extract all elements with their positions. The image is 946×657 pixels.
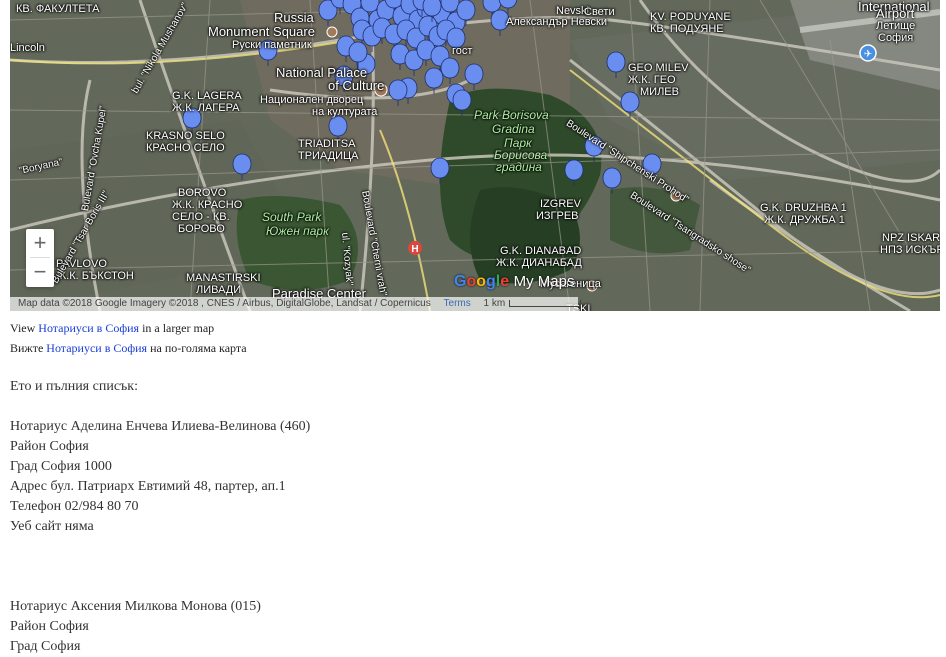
map-label: КВ. ФАКУЛТЕТА [16, 3, 100, 15]
svg-text:H: H [411, 244, 418, 255]
map-label: Южен парк [266, 224, 329, 238]
view-larger-map-line-bg: Вижте Нотариуси в София на по-голяма кар… [10, 341, 247, 355]
map-label: НПЗ ИСКЪР [880, 244, 940, 256]
map-label: G.K. DRUZHBA 1 [760, 202, 847, 214]
notary-entry: Нотариус Аделина Енчева Илиева-Велинова … [10, 417, 310, 537]
map-label: Ж.К. КРАСНО [172, 199, 243, 211]
notary-address: Адрес бул. Патриарх Евтимий 48, партер, … [10, 479, 286, 494]
notary-region: Район София [10, 619, 89, 634]
map-label: BOROVO [178, 187, 227, 199]
map-label: KV. PODUYANE [650, 11, 731, 23]
map-label: на културата [312, 106, 378, 118]
map-label: Park Borisova [474, 108, 549, 122]
map-label: Ж.К. ЛАГЕРА [172, 102, 240, 114]
view-prefix-bg: Вижте [10, 341, 44, 355]
map-label: София [878, 32, 914, 44]
attribution-text: Map data ©2018 Google Imagery ©2018 , CN… [18, 298, 431, 309]
notary-entry: Нотариус Аксения Милкова Монова (015) Ра… [10, 597, 261, 657]
map-label: ТРИАДИЦА [298, 150, 359, 162]
notary-website: Уеб сайт няма [10, 519, 94, 534]
map-label: Airport [876, 6, 915, 21]
map-label: NPZ ISKAR [882, 232, 940, 244]
notary-name: Нотариус Аделина Енчева Илиева-Велинова … [10, 419, 311, 434]
map-label: G.K. LAGERA [172, 90, 242, 102]
terms-link[interactable]: Terms [444, 298, 471, 309]
map-label: Ж.К. ДИАНАБАД [496, 257, 582, 269]
map-label: Ж.К. ДРУЖБА 1 [764, 214, 845, 226]
view-suffix: in a larger map [142, 321, 215, 335]
map-label: TRIADITSA [298, 138, 356, 150]
notary-phone: Телефон 02/984 80 70 [10, 499, 139, 514]
map-label: Александър Невски [506, 16, 607, 28]
view-prefix: View [10, 321, 36, 335]
zoom-in-button[interactable]: + [26, 229, 54, 257]
map-label: KRASNO SELO [146, 130, 225, 142]
map-label: GEO MILEV [628, 62, 689, 74]
map-label: Russia [274, 10, 314, 25]
map-label: КРАСНО СЕЛО [146, 142, 225, 154]
view-larger-map-line: View Нотариуси в София in a larger map [10, 321, 214, 335]
map-label: МИЛЕВ [640, 86, 679, 98]
map-label: Национален дворец [260, 94, 364, 106]
map-label: СЕЛО - КВ. [172, 211, 230, 223]
map-label: Monument Square [208, 24, 315, 39]
notary-city: Град София 1000 [10, 459, 112, 474]
map-label: градина [496, 160, 542, 174]
map-label: Ж.К. ГЕО [628, 74, 676, 86]
zoom-control: + − [26, 229, 54, 287]
zoom-out-button[interactable]: − [26, 258, 54, 286]
map-label: Lincoln [10, 42, 45, 54]
map-imagery: H ✈ [10, 0, 940, 311]
map-label: ЛИВАДИ [196, 284, 242, 296]
larger-map-link-en[interactable]: Нотариуси в София [38, 321, 139, 335]
svg-text:✈: ✈ [864, 49, 872, 60]
embedded-map[interactable]: H ✈ КВ. ФАКУЛТЕТА Lincoln Russia Monumen… [10, 0, 940, 311]
map-label: South Park [262, 210, 322, 224]
google-mymaps-logo: Google My Maps [454, 273, 575, 290]
map-label: Gradina [492, 122, 535, 136]
map-label: G.K. DIANABAD [500, 245, 582, 257]
map-label: Руски паметник [232, 39, 312, 51]
notary-name: Нотариус Аксения Милкова Монова (015) [10, 599, 261, 614]
notary-region: Район София [10, 439, 89, 454]
map-label: ИЗГРЕВ [536, 210, 579, 222]
map-label: IZGREV [540, 198, 581, 210]
larger-map-link-bg[interactable]: Нотариуси в София [46, 341, 147, 355]
view-suffix-bg: на по-голяма карта [150, 341, 247, 355]
map-label: of Culture [328, 78, 385, 93]
notary-city: Град София [10, 639, 81, 654]
map-label: Летище [876, 20, 916, 32]
scale-bar [509, 299, 582, 307]
map-label: БОРОВО [178, 223, 225, 235]
map-label: MANASTIRSKI [186, 272, 261, 284]
map-label: КВ. ПОДУЯНЕ [650, 23, 724, 35]
scale-label: 1 km [483, 298, 506, 309]
intro-text: Ето и пълния списък: [10, 379, 138, 394]
map-attribution: Map data ©2018 Google Imagery ©2018 , CN… [10, 297, 582, 311]
map-label: гост [452, 45, 473, 57]
